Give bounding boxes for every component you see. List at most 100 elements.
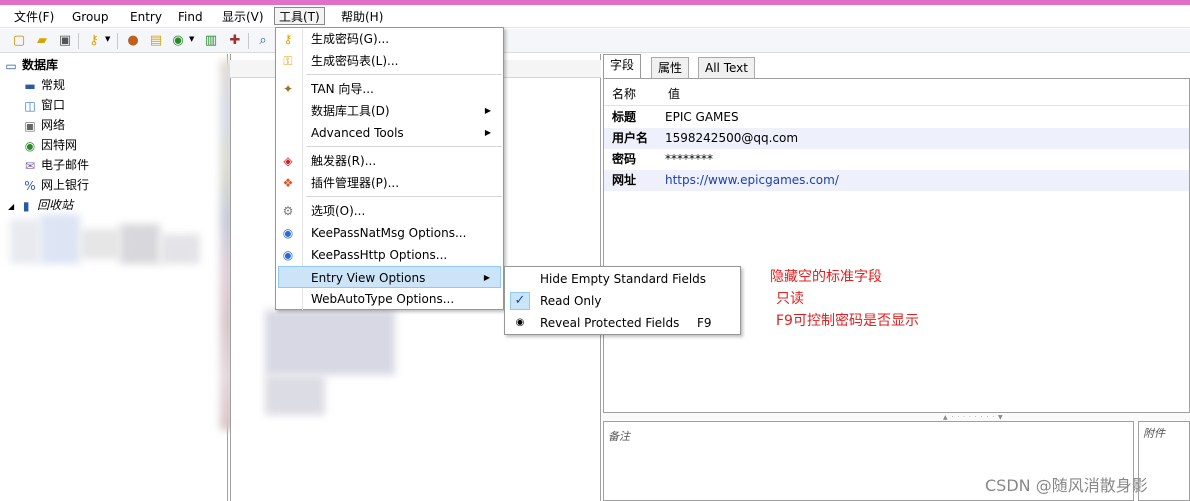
field-row-password[interactable]: 密码 ********: [604, 149, 1189, 170]
field-key: 密码: [612, 152, 637, 166]
field-key: 用户名: [612, 131, 649, 145]
menu-view[interactable]: 显示(V): [218, 8, 268, 26]
tree-item-email[interactable]: ✉ 电子邮件: [22, 156, 89, 175]
menu-item-label: TAN 向导...: [311, 82, 374, 96]
fields-panel: 名称 值 标题 EPIC GAMES 用户名 1598242500@qq.com…: [603, 78, 1190, 413]
tree-item-general[interactable]: ▬ 常规: [22, 76, 65, 95]
eye-icon: ◉: [515, 317, 525, 328]
header-value: 值: [668, 87, 681, 101]
splitter-handle[interactable]: ▲ · · · · · · · · ▼: [603, 413, 1190, 421]
field-row-username[interactable]: 用户名 1598242500@qq.com: [604, 128, 1189, 149]
menu-group[interactable]: Group: [68, 8, 113, 26]
menu-item-generate-password[interactable]: ⚷ 生成密码(G)...: [278, 28, 501, 50]
key-list-icon: ⚿: [283, 54, 293, 68]
menu-item-database-tools[interactable]: 数据库工具(D) ▶: [278, 100, 501, 122]
key-add-icon[interactable]: ⚷: [85, 32, 103, 50]
trigger-icon: ◈: [283, 154, 293, 168]
annotation-read-only: 只读: [776, 291, 804, 307]
menu-item-generate-password-list[interactable]: ⚿ 生成密码表(L)...: [278, 50, 501, 72]
menu-item-tan-wizard[interactable]: ✦ TAN 向导...: [278, 78, 501, 100]
tab-properties[interactable]: 属性: [651, 57, 690, 79]
menu-tools[interactable]: 工具(T): [274, 7, 325, 25]
wand-icon: ✦: [282, 82, 294, 96]
menu-item-reveal-protected-fields[interactable]: ◉ Reveal Protected Fields F9: [507, 312, 738, 334]
menu-item-label: Entry View Options: [311, 271, 426, 285]
toolbar-separator: [117, 33, 118, 49]
tree-item-label: 电子邮件: [41, 158, 90, 172]
checkmark-icon: ✓: [510, 292, 530, 310]
tree-item-label: 网络: [41, 118, 66, 132]
blurred-region: [80, 229, 120, 259]
globe-icon[interactable]: ◉: [169, 32, 187, 50]
submenu-arrow-icon: ▶: [484, 128, 491, 137]
menu-item-label: 生成密码表(L)...: [311, 54, 399, 68]
attachments-label: 附件: [1143, 427, 1165, 440]
tree-item-label: 常规: [41, 78, 66, 92]
field-value: ********: [665, 152, 713, 166]
blurred-region: [120, 224, 160, 264]
chevron-down-icon[interactable]: ▼: [105, 35, 110, 43]
menu-item-keepasshttp-options[interactable]: ◉ KeePassHttp Options...: [278, 244, 501, 266]
search-icon[interactable]: ⌕: [254, 32, 272, 50]
copy-icon[interactable]: ▥: [202, 32, 220, 50]
annotation-hide-empty: 隐藏空的标准字段: [770, 269, 882, 285]
folder-open-icon: ▭: [5, 58, 17, 73]
menu-find[interactable]: Find: [174, 8, 207, 26]
tree-item-windows[interactable]: ◫ 窗口: [22, 96, 65, 115]
menu-item-label: Read Only: [540, 294, 602, 308]
chevron-down-icon[interactable]: ▼: [189, 35, 194, 43]
menu-item-label: 触发器(R)...: [311, 154, 377, 168]
tree-item-recycle-bin[interactable]: ◢ ▮ 回收站: [8, 196, 73, 215]
menu-help[interactable]: 帮助(H): [337, 8, 387, 26]
tab-fields[interactable]: 字段: [603, 54, 642, 79]
annotation-f9: F9可控制密码是否显示: [776, 313, 919, 329]
menu-item-advanced-tools[interactable]: Advanced Tools ▶: [278, 122, 501, 144]
save-icon[interactable]: ▣: [56, 32, 74, 50]
field-value: 1598242500@qq.com: [665, 131, 799, 145]
menu-bar: 文件(F) Group Entry Find 显示(V) 工具(T) 帮助(H): [0, 5, 1190, 28]
plugin-icon: ❖: [282, 176, 294, 190]
globe-icon: ◉: [24, 138, 36, 153]
globe-icon: ◉: [282, 226, 294, 240]
tree-item-internet[interactable]: ◉ 因特网: [22, 136, 77, 155]
tree-item-network[interactable]: ▣ 网络: [22, 116, 65, 135]
menu-file[interactable]: 文件(F): [10, 8, 58, 26]
menu-item-keepassnatmsg-options[interactable]: ◉ KeePassNatMsg Options...: [278, 222, 501, 244]
globe-icon: ◉: [282, 248, 294, 262]
menu-item-label: KeePassHttp Options...: [311, 248, 448, 262]
fields-header: 名称 值: [604, 84, 1189, 106]
menu-item-hide-empty-fields[interactable]: Hide Empty Standard Fields: [507, 268, 738, 290]
field-row-url[interactable]: 网址 https://www.epicgames.com/: [604, 170, 1189, 191]
entry-view-submenu: Hide Empty Standard Fields ✓ Read Only ◉…: [504, 266, 741, 335]
menu-item-options[interactable]: ⚙ 选项(O)...: [278, 200, 501, 222]
detail-tabs: 字段 属性 All Text: [603, 54, 1190, 79]
url-link[interactable]: https://www.epicgames.com/: [665, 170, 839, 191]
menu-item-label: 数据库工具(D): [311, 104, 390, 118]
menu-entry[interactable]: Entry: [126, 8, 166, 26]
note-icon[interactable]: ▤: [147, 32, 165, 50]
menu-item-webautotype-options[interactable]: WebAutoType Options...: [278, 288, 501, 310]
new-icon[interactable]: ▢: [10, 32, 28, 50]
tree-root-database[interactable]: ▭ 数据库: [3, 56, 58, 75]
menu-item-triggers[interactable]: ◈ 触发器(R)...: [278, 150, 501, 172]
percent-icon: %: [24, 178, 36, 193]
tools-menu: ⚷ 生成密码(G)... ⚿ 生成密码表(L)... ✦ TAN 向导... 数据库工…: [275, 27, 504, 310]
submenu-arrow-icon: ▶: [483, 273, 490, 282]
tab-all-text[interactable]: All Text: [698, 57, 755, 79]
menu-separator: [306, 196, 502, 197]
window-icon: ◫: [24, 98, 36, 113]
field-row-title[interactable]: 标题 EPIC GAMES: [604, 107, 1189, 128]
menu-item-plugins[interactable]: ❖ 插件管理器(P)...: [278, 172, 501, 194]
sync-icon[interactable]: ✚: [226, 32, 244, 50]
menu-item-label: 生成密码(G)...: [311, 32, 390, 46]
user-icon[interactable]: ●: [124, 32, 142, 50]
header-name: 名称: [612, 87, 637, 101]
menu-item-label: Hide Empty Standard Fields: [540, 272, 707, 286]
tree-item-banking[interactable]: % 网上银行: [22, 176, 89, 195]
menu-item-read-only[interactable]: ✓ Read Only: [507, 290, 738, 312]
tree-item-label: 因特网: [41, 138, 78, 152]
menu-separator: [306, 146, 502, 147]
menu-item-entry-view-options[interactable]: Entry View Options ▶: [278, 266, 501, 288]
open-icon[interactable]: ▰: [33, 32, 51, 50]
expand-icon[interactable]: ◢: [8, 202, 14, 211]
